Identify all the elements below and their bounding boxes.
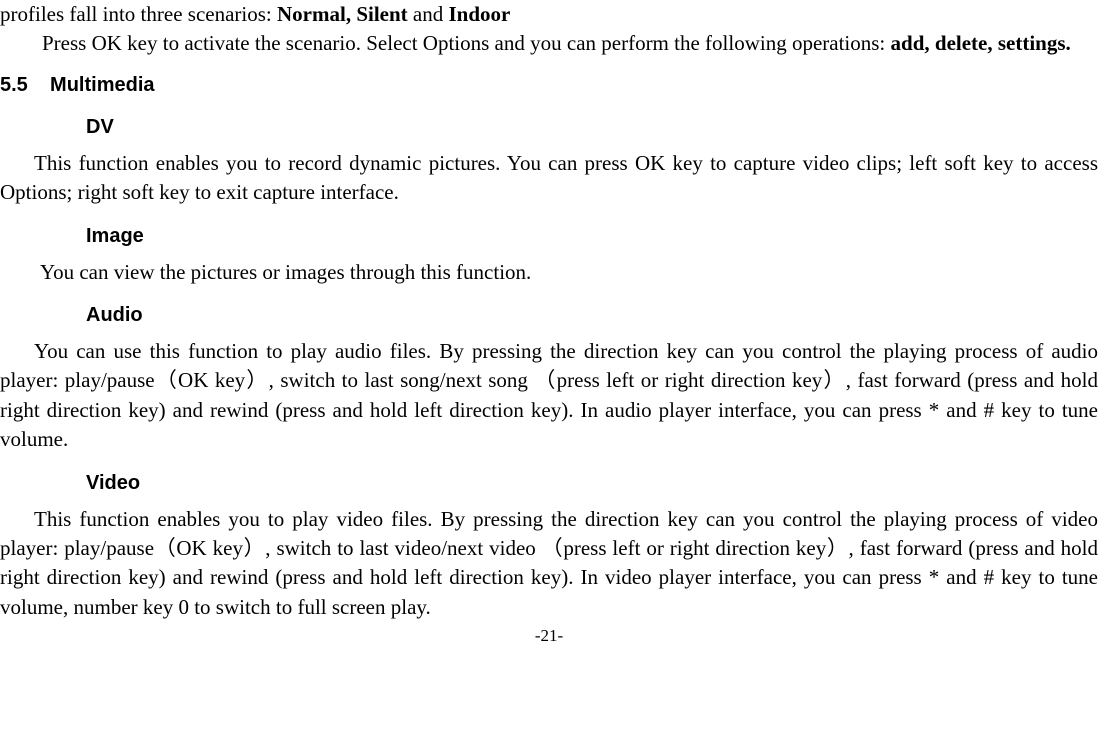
section-number: 5.5 (0, 74, 28, 96)
text-fragment: profiles fall into three scenarios: (0, 2, 277, 26)
video-heading: Video (86, 469, 1098, 497)
profiles-line: profiles fall into three scenarios: Norm… (0, 0, 1098, 29)
bold-indoor: Indoor (448, 2, 510, 26)
video-paragraph: This function enables you to play video … (0, 505, 1098, 623)
image-paragraph: You can view the pictures or images thro… (0, 258, 1098, 287)
audio-heading: Audio (86, 301, 1098, 329)
dv-paragraph: This function enables you to record dyna… (0, 149, 1098, 208)
bold-operations: add, delete, settings. (891, 31, 1071, 55)
dv-heading: DV (86, 113, 1098, 141)
text-fragment: Press OK key to activate the scenario. S… (42, 31, 891, 55)
press-ok-paragraph: Press OK key to activate the scenario. S… (0, 29, 1098, 58)
section-5-5-heading: 5.5 Multimedia (0, 71, 1098, 99)
document-page: profiles fall into three scenarios: Norm… (0, 0, 1098, 648)
page-number: -21- (0, 624, 1098, 648)
bold-scenarios: Normal, Silent (277, 2, 413, 26)
audio-paragraph: You can use this function to play audio … (0, 337, 1098, 455)
text-fragment: and (413, 2, 449, 26)
image-heading: Image (86, 222, 1098, 250)
section-title: Multimedia (50, 74, 154, 96)
